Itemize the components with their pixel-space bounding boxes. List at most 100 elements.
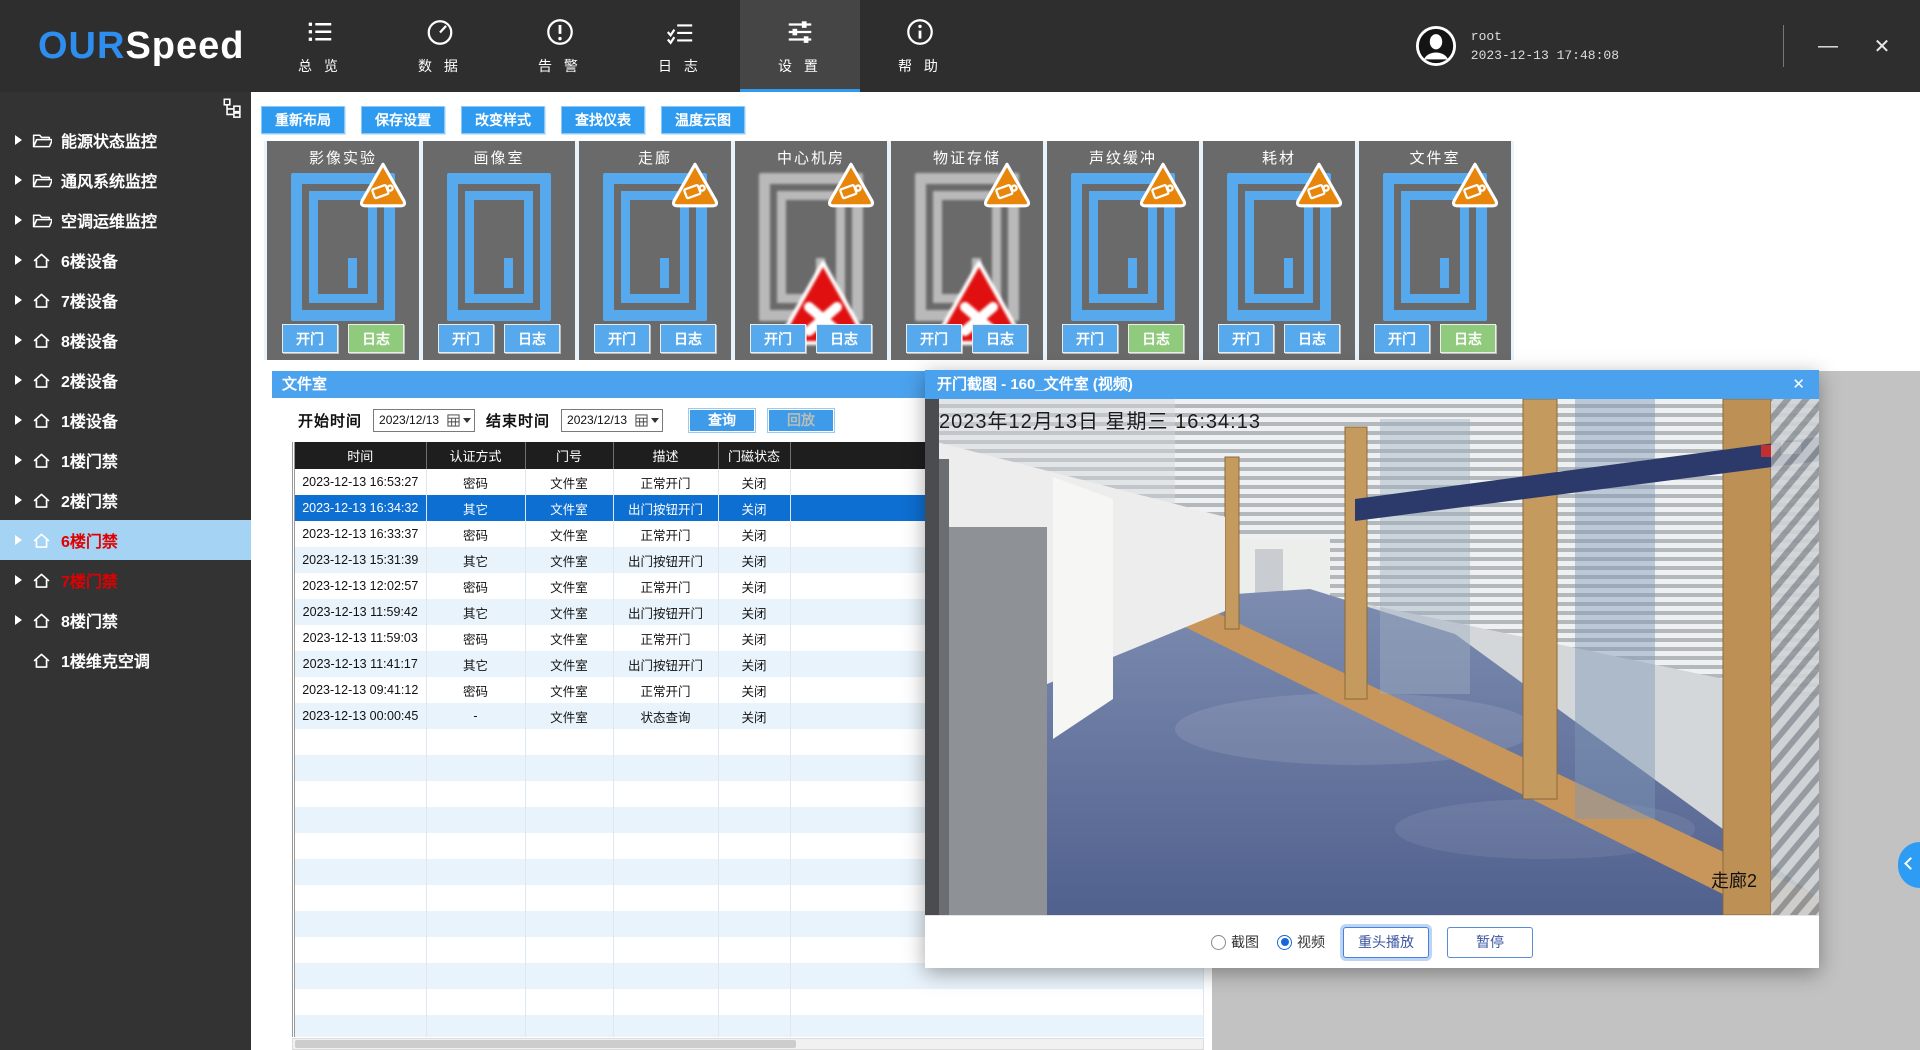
log-cell [525, 963, 613, 989]
layout-toolbar: 重新布局保存设置改变样式查找仪表温度云图 [261, 106, 745, 134]
door-card-buttons: 开门日志 [891, 324, 1043, 353]
sidebar-item-13[interactable]: 8楼门禁 [0, 600, 251, 640]
toolbar-button-4[interactable]: 查找仪表 [561, 106, 645, 134]
open-door-button[interactable]: 开门 [750, 324, 806, 353]
expand-arrow-icon[interactable] [15, 255, 22, 265]
log-column-header[interactable]: 门号 [525, 442, 613, 469]
log-cell [613, 1015, 718, 1037]
sidebar-item-14[interactable]: 1楼维克空调 [0, 640, 251, 680]
open-door-button[interactable]: 开门 [906, 324, 962, 353]
open-door-button[interactable]: 开门 [282, 324, 338, 353]
open-door-button[interactable]: 开门 [1218, 324, 1274, 353]
log-cell: 2023-12-13 16:53:27 [295, 469, 426, 495]
log-column-header[interactable]: 门磁状态 [718, 442, 790, 469]
user-avatar-icon[interactable] [1415, 25, 1457, 67]
sidebar-item-6[interactable]: 8楼设备 [0, 320, 251, 360]
log-cell [613, 937, 718, 963]
open-door-button[interactable]: 开门 [438, 324, 494, 353]
nav-tab-5[interactable]: 设 置 [740, 0, 860, 92]
playback-button[interactable]: 回放 [767, 408, 835, 433]
log-cell [295, 833, 426, 859]
toolbar-button-2[interactable]: 保存设置 [361, 106, 445, 134]
log-cell [525, 937, 613, 963]
radio-selected-icon[interactable] [1277, 935, 1292, 950]
log-cell: 文件室 [525, 651, 613, 677]
log-cell [426, 911, 525, 937]
expand-arrow-icon[interactable] [15, 375, 22, 385]
open-door-button[interactable]: 开门 [1374, 324, 1430, 353]
snapshot-radio-label: 截图 [1231, 932, 1259, 952]
replay-button[interactable]: 重头播放 [1343, 927, 1429, 958]
close-button[interactable]: ✕ [1862, 34, 1902, 59]
tree-view-icon[interactable] [222, 97, 244, 119]
toolbar-button-3[interactable]: 改变样式 [461, 106, 545, 134]
expand-arrow-icon[interactable] [15, 335, 22, 345]
door-log-button[interactable]: 日志 [504, 324, 560, 353]
toolbar-button-5[interactable]: 温度云图 [661, 106, 745, 134]
expand-arrow-icon[interactable] [15, 455, 22, 465]
nav-tab-2[interactable]: 数 据 [380, 0, 500, 92]
door-log-button[interactable]: 日志 [348, 324, 404, 353]
table-horizontal-scrollbar[interactable] [292, 1038, 1204, 1050]
door-log-button[interactable]: 日志 [972, 324, 1028, 353]
sidebar-item-label: 8楼设备 [61, 328, 118, 352]
log-cell [295, 885, 426, 911]
expand-arrow-icon[interactable] [15, 415, 22, 425]
sidebar-item-3[interactable]: 空调运维监控 [0, 200, 251, 240]
radio-icon[interactable] [1211, 935, 1226, 950]
log-cell [613, 885, 718, 911]
expand-arrow-icon[interactable] [15, 295, 22, 305]
sidebar-item-5[interactable]: 7楼设备 [0, 280, 251, 320]
toolbar-button-1[interactable]: 重新布局 [261, 106, 345, 134]
expand-arrow-icon[interactable] [15, 495, 22, 505]
door-log-button[interactable]: 日志 [660, 324, 716, 353]
snapshot-radio[interactable]: 截图 [1211, 932, 1259, 952]
log-cell: 文件室 [525, 521, 613, 547]
open-door-button[interactable]: 开门 [594, 324, 650, 353]
door-log-button[interactable]: 日志 [1284, 324, 1340, 353]
sidebar-item-10[interactable]: 2楼门禁 [0, 480, 251, 520]
sidebar-item-12[interactable]: 7楼门禁 [0, 560, 251, 600]
sidebar-item-8[interactable]: 1楼设备 [0, 400, 251, 440]
nav-tab-3[interactable]: 告 警 [500, 0, 620, 92]
modal-close-icon[interactable]: ✕ [1792, 370, 1805, 399]
door-log-button[interactable]: 日志 [816, 324, 872, 353]
open-door-button[interactable]: 开门 [1062, 324, 1118, 353]
door-log-button[interactable]: 日志 [1128, 324, 1184, 353]
nav-tab-1[interactable]: 总 览 [260, 0, 380, 92]
minimize-button[interactable]: — [1808, 35, 1848, 58]
video-radio[interactable]: 视频 [1277, 932, 1325, 952]
system-datetime: 2023-12-13 17:48:08 [1471, 46, 1619, 65]
expand-arrow-icon[interactable] [15, 535, 22, 545]
nav-tab-4[interactable]: 日 志 [620, 0, 740, 92]
sidebar-item-2[interactable]: 通风系统监控 [0, 160, 251, 200]
expand-arrow-icon[interactable] [15, 575, 22, 585]
home-icon [31, 330, 52, 351]
log-cell [426, 729, 525, 755]
door-log-button[interactable]: 日志 [1440, 324, 1496, 353]
start-date-picker[interactable]: 2023/12/13 [373, 409, 475, 432]
log-column-header[interactable]: 认证方式 [426, 442, 525, 469]
log-cell [718, 911, 790, 937]
log-cell [295, 859, 426, 885]
sidebar-item-4[interactable]: 6楼设备 [0, 240, 251, 280]
nav-tab-6[interactable]: 帮 助 [860, 0, 980, 92]
sidebar-item-11[interactable]: 6楼门禁 [0, 520, 251, 560]
door-card-buttons: 开门日志 [735, 324, 887, 353]
query-button[interactable]: 查询 [688, 408, 756, 433]
log-column-header[interactable]: 描述 [613, 442, 718, 469]
expand-arrow-icon[interactable] [15, 135, 22, 145]
expand-arrow-icon[interactable] [15, 175, 22, 185]
sidebar-item-9[interactable]: 1楼门禁 [0, 440, 251, 480]
scrollbar-thumb[interactable] [295, 1040, 796, 1048]
end-date-picker[interactable]: 2023/12/13 [561, 409, 663, 432]
sidebar-item-1[interactable]: 能源状态监控 [0, 120, 251, 160]
pause-button[interactable]: 暂停 [1447, 927, 1533, 958]
expand-arrow-icon[interactable] [15, 215, 22, 225]
video-radio-label: 视频 [1297, 932, 1325, 952]
expand-arrow-icon[interactable] [15, 615, 22, 625]
sidebar-item-7[interactable]: 2楼设备 [0, 360, 251, 400]
app-logo: OURSpeed [0, 0, 260, 92]
nav-tab-label: 设 置 [778, 56, 822, 76]
log-column-header[interactable]: 时间 [295, 442, 426, 469]
